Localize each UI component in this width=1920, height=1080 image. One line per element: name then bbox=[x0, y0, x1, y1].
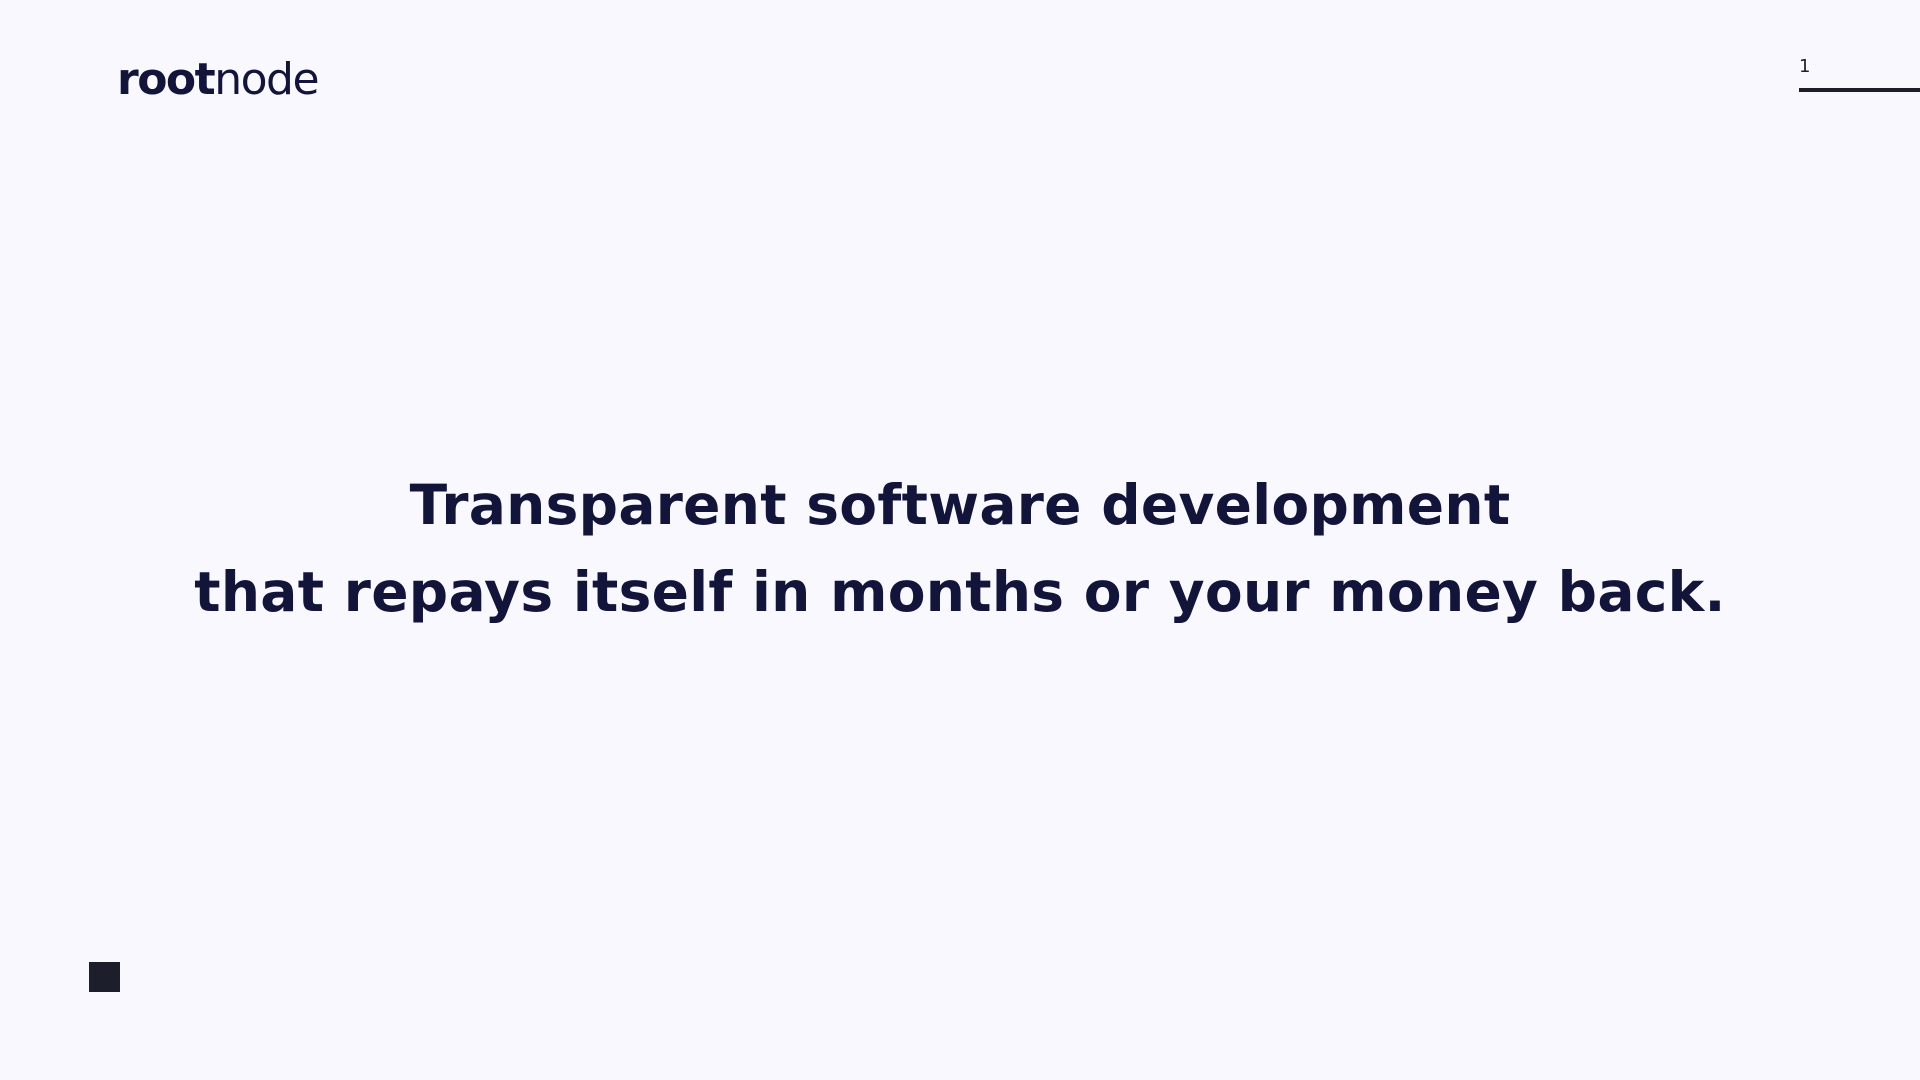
headline-line-2: that repays itself in months or your mon… bbox=[194, 560, 1726, 624]
headline-line-1: Transparent software development bbox=[409, 473, 1511, 537]
rootnode-logo[interactable]: rootnode bbox=[117, 50, 320, 110]
decorative-square bbox=[89, 962, 120, 992]
logo-bold-text: root bbox=[117, 54, 216, 105]
page-indicator: 1 bbox=[1799, 54, 1920, 94]
page-progress-line bbox=[1799, 88, 1920, 92]
slide-headline: Transparent software development that re… bbox=[0, 462, 1920, 636]
page-number: 1 bbox=[1799, 56, 1811, 77]
logo-light-text: node bbox=[214, 54, 319, 105]
